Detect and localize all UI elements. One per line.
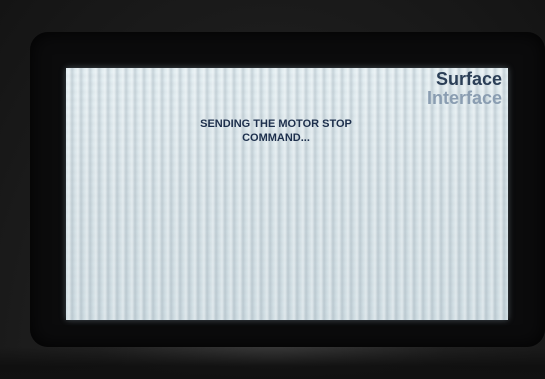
brand-logo: Surface Interface bbox=[427, 70, 502, 108]
device-photo: Surface Interface SENDING THE MOTOR STOP… bbox=[0, 0, 545, 379]
brand-line1: Surface bbox=[435, 69, 502, 89]
brand-line2: Interface bbox=[426, 88, 502, 108]
bottom-shadow bbox=[0, 347, 545, 379]
status-message: SENDING THE MOTOR STOP COMMAND... bbox=[200, 118, 352, 144]
touch-screen[interactable]: Surface Interface SENDING THE MOTOR STOP… bbox=[66, 68, 508, 320]
